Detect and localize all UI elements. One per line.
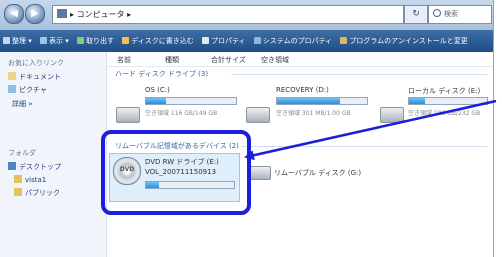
arrow-line (244, 99, 497, 161)
callout-arrow (244, 99, 497, 161)
